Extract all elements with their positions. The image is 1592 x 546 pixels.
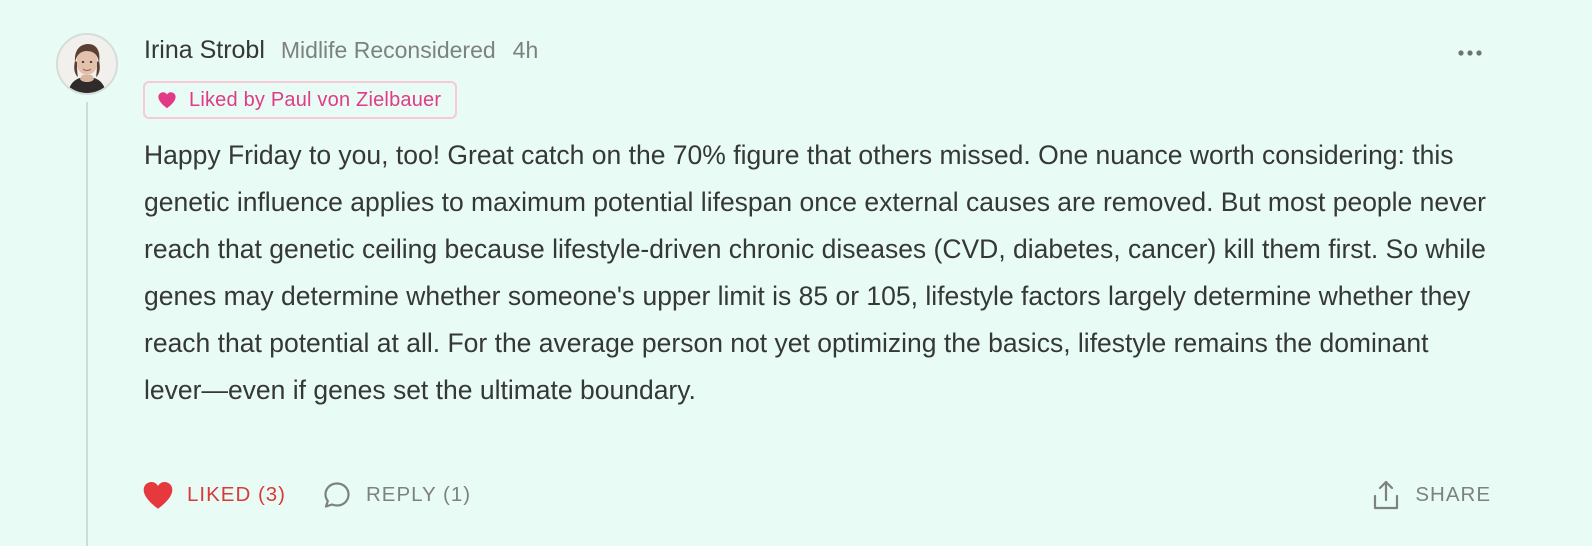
avatar[interactable]	[56, 33, 118, 95]
reply-label: REPLY (1)	[366, 483, 472, 506]
comment: Irina Strobl Midlife Reconsidered 4h Lik…	[0, 0, 1592, 546]
speech-bubble-icon	[324, 482, 350, 508]
publication-name[interactable]: Midlife Reconsidered	[281, 37, 496, 64]
liked-by-badge: Liked by Paul von Zielbauer	[143, 81, 458, 119]
heart-icon	[158, 92, 176, 109]
like-button[interactable]: LIKED (3)	[141, 474, 286, 516]
author-name[interactable]: Irina Strobl	[144, 36, 265, 65]
liked-by-text: Liked by Paul von Zielbauer	[189, 88, 442, 111]
share-label: SHARE	[1415, 483, 1491, 506]
comment-header: Irina Strobl Midlife Reconsidered 4h	[144, 36, 538, 74]
avatar-portrait	[58, 35, 116, 93]
reply-button[interactable]: REPLY (1)	[322, 474, 471, 516]
more-horizontal-icon	[1458, 50, 1482, 56]
timestamp[interactable]: 4h	[513, 37, 539, 64]
comment-actions: LIKED (3) REPLY (1) SHARE	[141, 474, 1491, 516]
thread-line	[86, 102, 88, 546]
like-label: LIKED (3)	[187, 483, 286, 506]
more-options-button[interactable]	[1452, 40, 1488, 66]
heart-filled-icon	[143, 482, 173, 509]
share-upload-icon	[1374, 480, 1399, 510]
share-button[interactable]: SHARE	[1371, 474, 1491, 516]
comment-body: Happy Friday to you, too! Great catch on…	[144, 140, 1486, 405]
